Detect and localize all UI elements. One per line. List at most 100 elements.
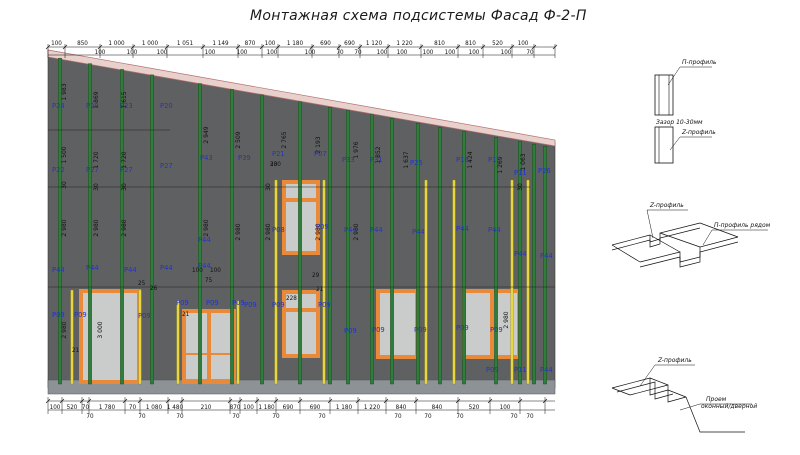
vertical-dim-label: 2 509: [235, 131, 242, 148]
panel-label: P09: [318, 301, 331, 309]
bottom-sub-dim-label: 70: [176, 413, 184, 420]
profile-yellow: [526, 179, 530, 385]
panel-label: P43: [200, 154, 213, 162]
profile-green: [150, 74, 154, 385]
panel-label: P25: [410, 159, 423, 167]
panel-label: P15: [488, 156, 501, 164]
panel-label: P31: [370, 156, 383, 164]
legend-opening-1: Проем: [706, 396, 727, 403]
small-dim-label: 200: [270, 161, 281, 168]
bottom-dim-label: 840: [396, 404, 407, 411]
top-dim-label: 690: [320, 40, 331, 47]
vertical-dim-label: 2 980: [265, 223, 272, 240]
legend-opening: [611, 364, 752, 433]
top-sub-dim-label: 100: [237, 49, 248, 56]
panel-label: P23: [120, 102, 133, 110]
profile-yellow: [274, 179, 278, 385]
panel-label: P27: [160, 162, 173, 170]
profile-yellow: [510, 179, 514, 385]
legend-gap: Зазор 10-30мм: [656, 119, 703, 126]
panel-label: P39: [238, 154, 251, 162]
vertical-dim-label: 30: [265, 183, 272, 191]
vertical-dim-label: 30: [517, 183, 524, 191]
top-sub-dim-label: 100: [423, 49, 434, 56]
bottom-dim-label: 520: [469, 404, 480, 411]
vertical-dim-label: 1 063: [520, 153, 527, 170]
panel-label: P09: [244, 301, 257, 309]
vertical-dim-label: 3 000: [97, 321, 104, 338]
bottom-dim-label: 100: [500, 404, 511, 411]
panel-label: P09: [74, 311, 87, 319]
top-dim-label: 100: [51, 40, 62, 47]
profile-yellow: [322, 179, 326, 385]
panel-label: P21: [272, 150, 285, 158]
bottom-dim-label: 520: [67, 404, 78, 411]
panel-label: P16: [456, 156, 469, 164]
bottom-dim-label: 690: [283, 404, 294, 411]
bottom-dimensions: 100 520 70 1 780 70 1 080 1 480 210 870 100 1 180 6…: [45, 397, 548, 420]
bottom-dim-label: 1 220: [364, 404, 381, 411]
profile-green: [390, 118, 394, 385]
top-sub-dim-label: 100: [267, 49, 278, 56]
top-dim-label: 100: [518, 40, 529, 47]
panel-label: P09: [486, 366, 499, 374]
profile-green: [518, 141, 522, 385]
vertical-dim-label: 1 983: [61, 83, 68, 100]
vertical-dim-label: 30: [61, 181, 68, 189]
panel-label: P44: [412, 228, 425, 236]
bottom-dim-label: 100: [243, 404, 254, 411]
panel-label: P11: [514, 169, 527, 177]
top-dim-label: 850: [77, 40, 88, 47]
top-sub-dim-label: 100: [127, 49, 138, 56]
bottom-sub-dim-label: 70: [526, 413, 534, 420]
panel-label: P09: [490, 326, 503, 334]
small-dim-label: 21: [182, 311, 190, 318]
top-dim-label: 1 220: [396, 40, 413, 47]
vertical-dim-label: 2 980: [235, 223, 242, 240]
panel-label: P44: [160, 264, 173, 272]
panel-label: P07: [314, 150, 327, 158]
panel-label: P44: [370, 226, 383, 234]
profile-green: [462, 131, 466, 385]
legend-mid-p-row: П-профиль рядом: [714, 222, 771, 229]
panel-label: P09: [176, 299, 189, 307]
panel-label: P27: [86, 166, 99, 174]
bottom-sub-dim-label: 70: [86, 413, 94, 420]
vertical-dim-label: 30: [121, 183, 128, 191]
legend-mid-z: Z-профиль: [649, 202, 684, 209]
panel-label: P33: [342, 156, 355, 164]
panel-label: P08: [272, 226, 285, 234]
vertical-dim-label: 2 980: [61, 321, 68, 338]
panel-label: P09: [232, 299, 245, 307]
profile-green: [230, 89, 234, 385]
bottom-sub-dim-label: 70: [232, 413, 240, 420]
panel-label: P09: [272, 301, 285, 309]
legend-z-profile: Z-профиль: [681, 129, 716, 136]
vertical-dim-label: 2 949: [203, 126, 210, 143]
bottom-sub-dim-label: 70: [456, 413, 464, 420]
top-sub-dim-label: 70: [354, 49, 362, 56]
profile-green: [438, 126, 442, 385]
top-dim-label: 1 051: [177, 40, 194, 47]
top-dimensions: 100 850 1 000 1 000 1 051 1 149 870 100 1 180 690…: [45, 40, 558, 58]
panel-label: P09: [52, 311, 65, 319]
profile-green: [328, 106, 332, 385]
legend-profile-section: П-профиль Зазор 10-30мм Z-профиль: [654, 59, 717, 164]
bottom-dim-label: 100: [50, 404, 61, 411]
panel-label: P44: [86, 264, 99, 272]
profile-yellow: [424, 179, 428, 385]
small-dim-label: 21: [316, 286, 324, 293]
vertical-dim-label: 2 980: [503, 311, 510, 328]
bottom-sub-dim-label: 70: [272, 413, 280, 420]
top-sub-dim-label: 70: [336, 49, 344, 56]
profile-yellow: [138, 289, 142, 385]
panel-label: P29: [86, 102, 99, 110]
profile-green: [298, 101, 302, 385]
profile-green: [88, 63, 92, 385]
top-dim-label: 1 120: [366, 40, 383, 47]
bottom-dim-label: 1 780: [99, 404, 116, 411]
panel-label: P44: [344, 226, 357, 234]
panel-label: P27: [120, 166, 133, 174]
top-dim-label: 1 149: [212, 40, 229, 47]
panel-label: P20: [160, 102, 173, 110]
